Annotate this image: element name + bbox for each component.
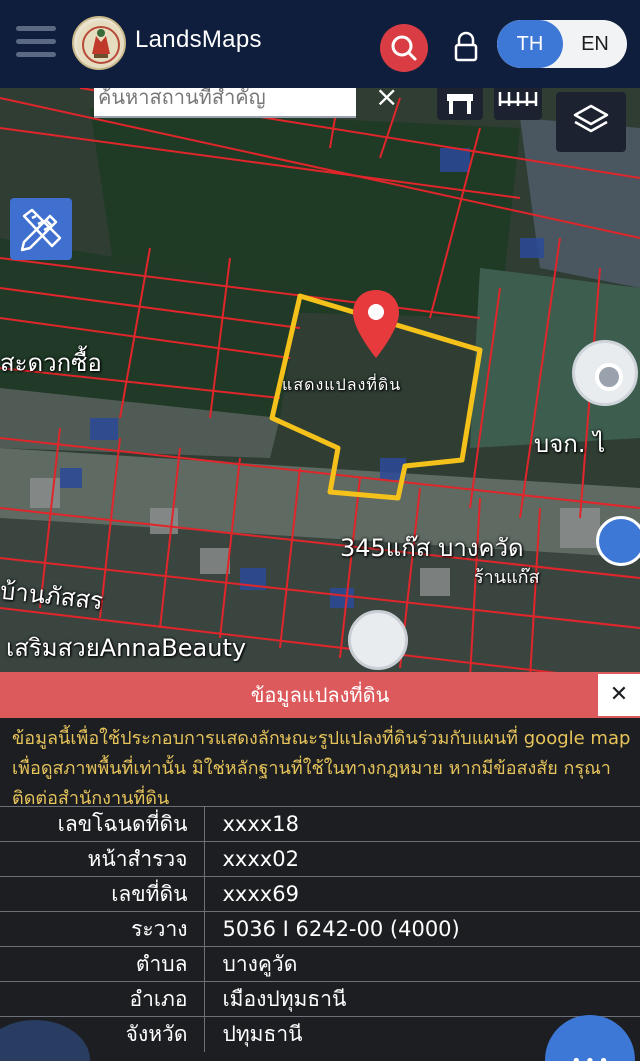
brand-title: LandsMaps — [135, 26, 262, 53]
info-row-value: xxxx69 — [204, 876, 640, 912]
info-row-value: เมืองปทุมธานี — [204, 981, 640, 1017]
pencil-ruler-icon — [20, 208, 62, 252]
locate-icon[interactable] — [572, 340, 638, 406]
info-row-label: เลขที่ดิน — [0, 876, 205, 912]
layers-icon — [573, 104, 609, 133]
lock-icon — [454, 31, 478, 62]
map-label-gas-shop: ร้านแก๊ส — [474, 567, 540, 588]
map-label-salon: เสริมสวยAnnaBeauty — [6, 634, 247, 662]
clear-search-icon[interactable]: × — [375, 88, 398, 113]
info-row: ตำบล บางคูวัด — [0, 946, 640, 982]
map-pin-icon[interactable] — [350, 288, 402, 360]
info-row: จังหวัด ปทุมธานี — [0, 1016, 640, 1052]
disclaimer-text: ข้อมูลนี้เพื่อใช้ประกอบการแสดงลักษณะรูปแ… — [12, 728, 631, 809]
layers-button[interactable] — [556, 92, 626, 152]
info-row: เลขที่ดิน xxxx69 — [0, 876, 640, 912]
info-row: ระวาง 5036 I 6242-00 (4000) — [0, 911, 640, 947]
map-label-parcel: แสดงแปลงที่ดิน — [282, 375, 402, 394]
lock-button[interactable] — [452, 30, 480, 64]
hamburger-icon[interactable] — [16, 26, 56, 58]
place-search-input[interactable]: ค้นหาสถานที่สำคัญ — [94, 88, 356, 118]
language-toggle: TH EN — [497, 20, 627, 68]
map-label-convenience: สะดวกซื้อ — [0, 349, 102, 377]
parcel-info-panel: ข้อมูลนี้เพื่อใช้ประกอบการแสดงลักษณะรูปแ… — [0, 718, 640, 1061]
lang-th-button[interactable]: TH — [497, 20, 563, 68]
info-row-label: ระวาง — [0, 911, 205, 947]
info-row-value: บางคูวัด — [204, 946, 640, 982]
info-row: อำเภอ เมืองปทุมธานี — [0, 981, 640, 1017]
building-icon — [447, 94, 473, 114]
poi-marker-gas-icon[interactable] — [596, 516, 640, 566]
building-tool-button[interactable] — [437, 88, 483, 120]
search-icon — [391, 35, 417, 61]
info-row-value: xxxx02 — [204, 841, 640, 877]
panel-title: ข้อมูลแปลงที่ดิน — [0, 672, 640, 718]
close-icon[interactable]: ✕ — [598, 674, 640, 716]
info-row: เลขโฉนดที่ดิน xxxx18 — [0, 806, 640, 842]
poi-marker-icon[interactable] — [348, 610, 408, 670]
info-row-label: อำเภอ — [0, 981, 205, 1017]
info-row-value: 5036 I 6242-00 (4000) — [204, 911, 640, 947]
lang-en-button[interactable]: EN — [563, 20, 627, 68]
info-row-value: xxxx18 — [204, 806, 640, 842]
info-row-label: หน้าสำรวจ — [0, 841, 205, 877]
search-button[interactable] — [380, 24, 428, 72]
info-row-label: ตำบล — [0, 946, 205, 982]
satellite-map[interactable]: ค้นหาสถานที่สำคัญ × สะดวกซื้อ แสดงแปลงที… — [0, 88, 640, 678]
chat-icon: ••• — [571, 1051, 612, 1061]
fence-icon — [498, 92, 538, 106]
map-label-company: บจก. ไ — [534, 430, 606, 458]
app-header: LandsMaps TH EN — [0, 0, 640, 88]
info-row: หน้าสำรวจ xxxx02 — [0, 841, 640, 877]
department-logo — [72, 16, 126, 70]
draw-tool-button[interactable] — [10, 198, 72, 260]
parcel-info-table: เลขโฉนดที่ดิน xxxx18 หน้าสำรวจ xxxx02 เลขที่… — [0, 806, 640, 1052]
info-row-label: เลขโฉนดที่ดิน — [0, 806, 205, 842]
fence-tool-button[interactable] — [494, 88, 542, 120]
